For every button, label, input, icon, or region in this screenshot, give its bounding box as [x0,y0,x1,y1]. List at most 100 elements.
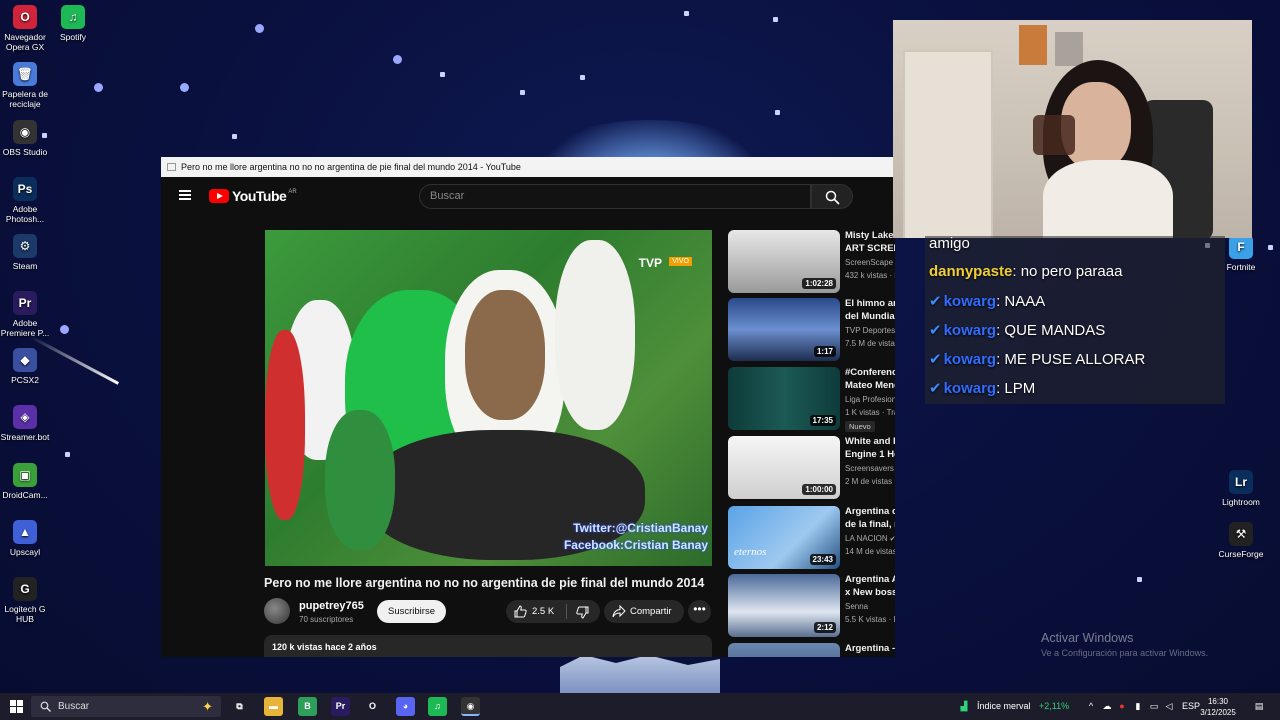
chat-text: : ME PUSE ALLORAR [996,351,1146,368]
chat-message: ✔ kowarg: LPM [929,379,1035,397]
recommended-video-title[interactable]: Argentina Alemania Final 2014 x New boss… [845,574,895,599]
recommended-video-title[interactable]: El himno argentino en la final del Mundi… [845,298,895,323]
desktop-icon[interactable]: Pr Adobe Premiere P... [0,291,53,338]
video-thumbnail[interactable] [728,643,840,657]
recommended-video-channel[interactable]: LA NACION ✔ [845,534,895,543]
recommended-video-title[interactable]: Misty Lake - (No Sound) TV ART SCREENSAV… [845,230,895,255]
recommended-video-channel[interactable]: Screensavers 4 Free [845,464,895,473]
desktop-icon[interactable]: G Logitech G HUB [0,577,53,624]
video-title: Pero no me llore argentina no no no arge… [264,576,705,590]
desktop-icon[interactable]: ⚙ Steam [0,234,53,271]
more-actions-button[interactable]: ••• [688,600,711,623]
menu-icon[interactable] [179,190,191,200]
notifications-icon[interactable]: ▤ [1254,701,1264,711]
channel-label: Liga Profesional de Fútbol de la AFA [845,395,895,404]
clock-date: 3/12/2025 [1200,708,1236,717]
desktop-icon[interactable]: ▣ DroidCam... [0,463,53,500]
verified-icon: ✔ [887,536,895,543]
windows-start-icon[interactable] [10,700,23,713]
desktop-icon[interactable]: ▲ Upscayl [0,520,53,557]
thumbs-down-icon[interactable] [576,606,589,619]
video-thumbnail[interactable]: 1:02:28 [728,230,840,293]
desktop-icon[interactable]: ♫ Spotify [45,5,101,42]
taskbar-app-spotify-icon[interactable]: ♫ [428,697,447,716]
recommended-video-title[interactable]: White and Black Wallpaper Engine 1 Hour [845,436,895,461]
description-box[interactable]: 120 k vistas hace 2 años [264,635,712,657]
recommended-video-meta: 2 M de vistas · hace 1 año [845,477,895,486]
video-thumbnail[interactable]: 1:17 [728,298,840,361]
volume-icon[interactable]: ◁ [1164,701,1174,711]
taskbar-app-file-explorer-icon[interactable]: ▬ [264,697,283,716]
chevron-up-icon[interactable]: ^ [1086,701,1096,711]
network-icon[interactable]: ▭ [1149,701,1159,711]
market-index-label[interactable]: Índice merval [977,693,1031,720]
page-icon [167,163,176,171]
video-duration: 1:17 [813,346,836,357]
video-thumbnail[interactable]: eternos 23:43 [728,506,840,569]
recommended-video-channel[interactable]: TVP Deportes [845,326,895,335]
clock[interactable]: 16:30 3/12/2025 [1198,696,1238,718]
taskbar-search-placeholder: Buscar [58,701,90,712]
recommended-video[interactable]: 1:00:00 White and Black Wallpaper Engine … [728,436,895,500]
video-player[interactable]: TVP VIVO Twitter:@CristianBanay Facebook… [265,230,712,566]
youtube-logo[interactable]: YouTube AR [209,188,297,204]
taskbar-app-discord-icon[interactable]: ◕ [396,697,415,716]
thumbs-up-icon[interactable] [514,605,527,618]
recommended-video[interactable]: 1:17 El himno argentino en la final del M… [728,298,895,362]
taskbar-app-opera-gx-icon[interactable]: O [363,697,382,716]
search-button[interactable] [811,184,853,209]
cloud-icon[interactable]: ☁ [1102,701,1112,711]
video-thumbnail[interactable]: 17:35 [728,367,840,430]
desktop-icon[interactable]: ◆ PCSX2 [0,348,53,385]
recommended-video[interactable]: 1:02:28 Misty Lake - (No Sound) TV ART SC… [728,230,895,294]
desktop-icon-label: Navegador Opera GX [4,32,46,52]
video-thumbnail[interactable]: 1:00:00 [728,436,840,499]
recommended-video-title[interactable]: Argentina campeón: a un mes de la final,… [845,506,895,531]
subscriber-count: 70 suscriptores [299,615,354,624]
recommended-video-title[interactable]: #ConferenciaLPF Proyección | Mateo Mendi… [845,367,895,392]
desktop-icon[interactable]: Ps Adobe Photosh... [0,177,53,224]
recommended-video[interactable]: eternos 23:43 Argentina campeón: a un mes … [728,506,895,570]
share-button[interactable]: Compartir [604,600,684,623]
video-thumbnail[interactable]: 2:12 [728,574,840,637]
channel-name[interactable]: pupetrey765 [299,600,364,612]
subscribe-button[interactable]: Suscribirse [377,600,446,623]
app-icon: ♫ [61,5,85,29]
window-title: Pero no me llore argentina no no no arge… [181,162,521,172]
youtube-window: Pero no me llore argentina no no no arge… [161,157,895,657]
chat-text: : QUE MANDAS [996,322,1106,339]
taskbar-app-premiere-icon[interactable]: Pr [331,697,350,716]
recommended-video-channel[interactable]: ScreenScape [845,258,893,267]
chat-username: kowarg [943,293,997,310]
video-watermark-facebook: Facebook:Cristian Banay [563,538,708,552]
desktop-icon[interactable]: Lr Lightroom [1213,470,1269,507]
app-icon: O [13,5,37,29]
recommended-video-channel[interactable]: Liga Profesional de Fútbol de la AFA ✔ [845,395,895,404]
youtube-header: YouTube AR Buscar [161,177,895,217]
chat-username: kowarg [943,322,997,339]
desktop-icon[interactable]: ◈ Streamer.bot [0,405,53,442]
recommended-video[interactable]: 2:12 Argentina Alemania Final 2014 x New … [728,574,895,638]
desktop-icon-label: Papelera de reciclaje [2,89,48,109]
tray-app-icon[interactable]: ● [1117,701,1127,711]
taskbar-app-task-view-icon[interactable]: ⧉ [230,697,249,716]
taskbar-search-input[interactable]: Buscar ✦ [31,696,221,717]
recommended-video[interactable]: Argentina - Por Mil Noches [728,643,895,657]
window-titlebar[interactable]: Pero no me llore argentina no no no arge… [161,157,895,177]
desktop-icon-label: Steam [12,261,38,271]
search-input[interactable]: Buscar [419,184,811,209]
recommended-video[interactable]: 17:35 #ConferenciaLPF Proyección | Mateo … [728,367,895,432]
desktop-icon[interactable]: ⚒ CurseForge [1213,522,1269,559]
recommended-video-meta: 7.5 M de vistas · hace 11 años [845,339,895,348]
desktop-icon-label: Adobe Photosh... [5,204,45,224]
microphone-icon[interactable]: ▮ [1133,701,1143,711]
recommended-video-channel[interactable]: Senna [845,602,868,611]
desktop-icon[interactable]: ◉ OBS Studio [0,120,53,157]
channel-avatar[interactable] [264,598,290,624]
desktop-icon[interactable]: 🗑 Papelera de reciclaje [0,62,53,109]
desktop-icon-label: Adobe Premiere P... [0,318,50,338]
taskbar-app-b-app-icon[interactable]: B [298,697,317,716]
recommended-video-title[interactable]: Argentina - Por Mil Noches [845,643,895,656]
taskbar-app-obs-icon[interactable]: ◉ [461,697,480,716]
chat-message: ✔ kowarg: NAAA [929,292,1045,310]
